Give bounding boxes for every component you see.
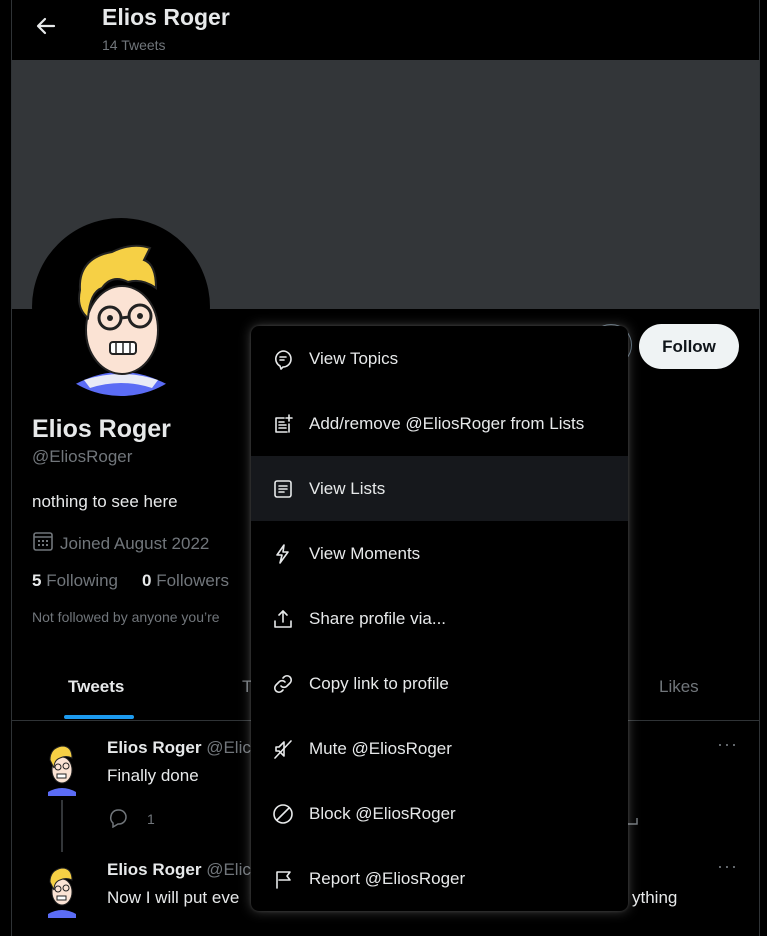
back-arrow-icon[interactable] [32,12,60,40]
following-count: 5 [32,571,42,590]
tweet-author-name: Elios Roger [107,860,202,879]
menu-item-copy-link[interactable]: Copy link to profile [251,651,628,716]
tweet-author[interactable]: Elios Roger @Elic [107,860,251,880]
menu-item-label: Share profile via... [309,608,447,628]
lists-icon [271,477,295,501]
list-add-icon [271,412,295,436]
tweet-actions: 1 [107,806,155,831]
tweet-more-icon[interactable]: ··· [717,734,738,755]
menu-item-label: Block @EliosRoger [309,803,456,823]
reply-count: 1 [147,810,155,827]
tweet-author-name: Elios Roger [107,738,202,757]
lightning-icon [271,542,295,566]
profile-header: Elios Roger 14 Tweets [12,0,759,60]
menu-item-label: View Moments [309,543,421,563]
profile-name: Elios Roger [32,415,171,443]
following-label: Following [46,571,119,590]
menu-item-label: Copy link to profile [309,673,449,693]
menu-item-view-topics[interactable]: View Topics [251,326,628,391]
reply-icon[interactable] [107,806,129,831]
calendar-icon [32,530,54,557]
menu-item-label: Mute @EliosRoger [309,738,452,758]
tweet-text: Finally done [107,766,199,785]
not-followed-note: Not followed by anyone you’re [32,609,220,625]
header-name: Elios Roger [102,4,230,30]
menu-item-label: View Topics [309,348,399,368]
menu-item-label: Report @EliosRoger [309,868,466,888]
tab-tweets[interactable]: Tweets [68,655,124,719]
menu-item-add-remove-lists[interactable]: Add/remove @EliosRoger from Lists [251,391,628,456]
active-tab-indicator [64,715,134,719]
joined-date: Joined August 2022 [60,533,210,553]
tweet-avatar[interactable] [42,740,82,796]
tweet-avatar[interactable] [42,862,82,918]
menu-item-view-lists[interactable]: View Lists [251,456,628,521]
thread-line [61,800,63,852]
profile-joined: Joined August 2022 [32,530,209,557]
share-icon [271,607,295,631]
profile-stats: 5 Following 0 Followers [32,571,229,591]
menu-item-label: View Lists [309,478,386,498]
tweet-more-icon[interactable]: ··· [717,856,738,877]
followers-link[interactable]: 0 Followers [142,571,229,591]
link-icon [271,672,295,696]
tweet-text: Now I will put eve [107,888,240,907]
topics-icon [271,347,295,371]
block-icon [271,802,295,826]
tweet-author-handle: @Elic [206,860,251,879]
mute-icon [271,737,295,761]
menu-item-block[interactable]: Block @EliosRoger [251,781,628,846]
tab-likes[interactable]: Likes [659,655,699,719]
menu-item-report[interactable]: Report @EliosRoger [251,846,628,911]
menu-item-view-moments[interactable]: View Moments [251,521,628,586]
profile-handle: @EliosRoger [32,447,133,466]
follow-button[interactable]: Follow [639,324,739,369]
following-link[interactable]: 5 Following [32,571,118,591]
followers-label: Followers [156,571,229,590]
tweet-author[interactable]: Elios Roger @Elic [107,738,251,758]
profile-more-menu: View Topics Add/remove @EliosRoger from … [251,326,628,911]
flag-icon [271,867,295,891]
profile-bio: nothing to see here [32,492,178,511]
menu-item-share-profile[interactable]: Share profile via... [251,586,628,651]
profile-avatar[interactable] [32,218,210,396]
tweet-author-handle: @Elic [206,738,251,757]
tweet-text-tail: ything [632,888,678,907]
followers-count: 0 [142,571,152,590]
menu-item-mute[interactable]: Mute @EliosRoger [251,716,628,781]
menu-item-label: Add/remove @EliosRoger from Lists [309,413,585,433]
header-tweet-count: 14 Tweets [102,37,166,53]
